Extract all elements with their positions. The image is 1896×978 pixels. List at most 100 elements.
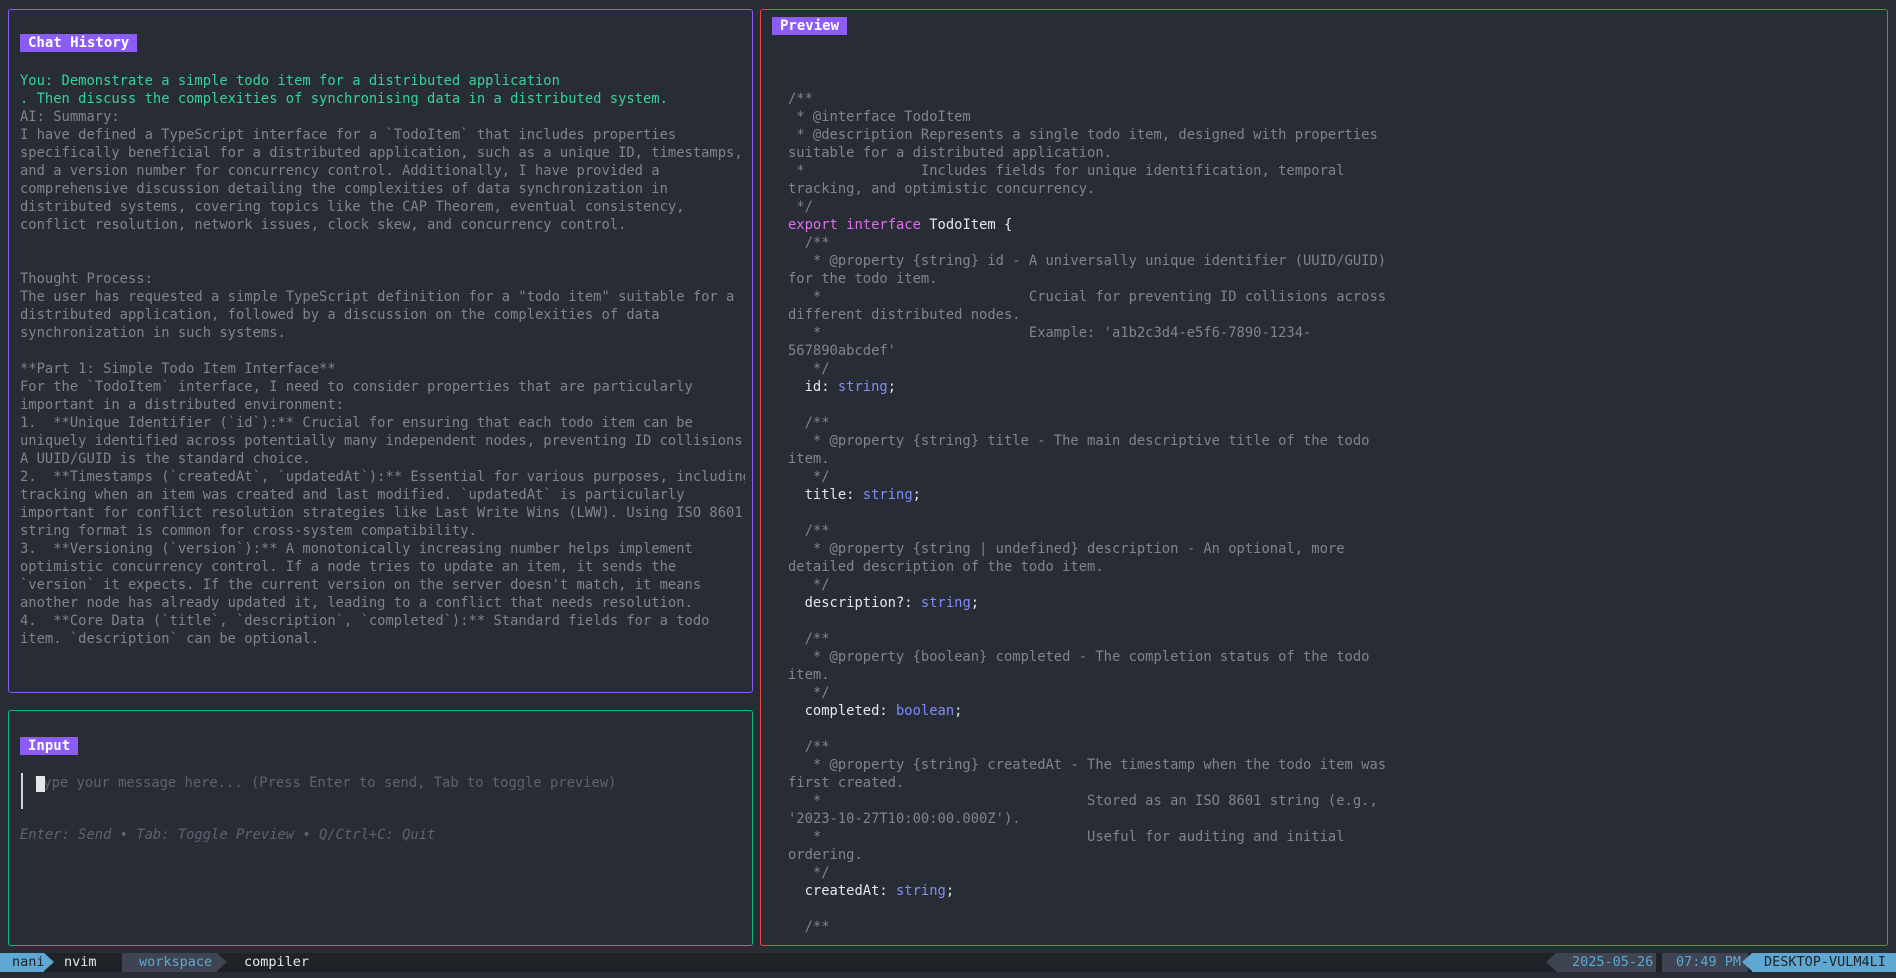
code-token-comment: * Example: 'a1b2c3d4-e5f6-7890-1234- bbox=[788, 325, 1312, 341]
code-token-type: boolean bbox=[896, 703, 955, 719]
code-line: suitable for a distributed application. bbox=[788, 144, 1878, 162]
code-token-punct: : bbox=[846, 487, 863, 503]
code-token-punct: { bbox=[1004, 217, 1013, 233]
code-line: /** bbox=[788, 90, 1878, 108]
window-tab-nvim[interactable]: nvim bbox=[64, 953, 97, 972]
code-line: detailed description of the todo item. bbox=[788, 558, 1878, 576]
code-line: */ bbox=[788, 468, 1878, 486]
input-focus-bar bbox=[21, 773, 23, 809]
input-title: Input bbox=[20, 737, 79, 755]
code-line: * Crucial for preventing ID collisions a… bbox=[788, 288, 1878, 306]
code-line: */ bbox=[788, 576, 1878, 594]
code-token-comment: /** bbox=[788, 523, 830, 539]
code-token-comment: for the todo item. bbox=[788, 271, 938, 287]
code-token-punct: : bbox=[821, 379, 838, 395]
code-line: title: string; bbox=[788, 486, 1878, 504]
separator-arrow-icon bbox=[1546, 953, 1556, 971]
code-token-comment: * Includes fields for unique identificat… bbox=[788, 163, 1345, 179]
code-token-comment: detailed description of the todo item. bbox=[788, 559, 1104, 575]
code-line: * @property {string} id - A universally … bbox=[788, 252, 1878, 270]
code-token-type: string bbox=[837, 379, 888, 395]
code-line: completed: boolean; bbox=[788, 702, 1878, 720]
code-token-comment: */ bbox=[788, 577, 830, 593]
code-line: createdAt: string; bbox=[788, 882, 1878, 900]
code-token-comment: * @property {string} createdAt - The tim… bbox=[788, 757, 1387, 773]
ai-message-line: The user has requested a simple TypeScri… bbox=[20, 289, 735, 305]
user-message-line: . Then discuss the complexities of synch… bbox=[20, 91, 668, 107]
session-name[interactable]: nani bbox=[0, 953, 45, 972]
ai-message-line: 2. **Timestamps (`createdAt`, `updatedAt… bbox=[20, 469, 745, 485]
code-preview[interactable]: /** * @interface TodoItem * @description… bbox=[788, 90, 1878, 936]
user-message-line: You: Demonstrate a simple todo item for … bbox=[20, 73, 560, 89]
input-panel[interactable]: Input Enter: Send • Tab: Toggle Preview … bbox=[8, 710, 753, 946]
ai-message-line: AI: Summary: bbox=[20, 109, 120, 125]
ai-message-line: important for conflict resolution strate… bbox=[20, 505, 743, 521]
ai-message-line: For the `TodoItem` interface, I need to … bbox=[20, 379, 693, 395]
code-token-comment: /** bbox=[788, 919, 830, 935]
ai-message-line: distributed application, followed by a d… bbox=[20, 307, 660, 323]
keybinding-help: Enter: Send • Tab: Toggle Preview • Q/Ct… bbox=[20, 827, 436, 843]
window-tab-compiler[interactable]: compiler bbox=[232, 953, 309, 972]
code-token-punct: ; bbox=[954, 703, 963, 719]
code-token-comment: */ bbox=[788, 685, 830, 701]
ai-message-line: **Part 1: Simple Todo Item Interface** bbox=[20, 361, 336, 377]
status-hostname: DESKTOP-VULM4LI bbox=[1752, 953, 1896, 972]
code-line: ordering. bbox=[788, 846, 1878, 864]
code-token-type: string bbox=[920, 595, 971, 611]
code-line: * @property {string | undefined} descrip… bbox=[788, 540, 1878, 558]
code-line: description?: string; bbox=[788, 594, 1878, 612]
code-line: * @property {string} title - The main de… bbox=[788, 432, 1878, 450]
chat-history-messages[interactable]: You: Demonstrate a simple todo item for … bbox=[20, 72, 745, 648]
code-token-comment: */ bbox=[788, 469, 830, 485]
code-token-comment: * @property {string} id - A universally … bbox=[788, 253, 1387, 269]
code-token-comment: */ bbox=[788, 865, 830, 881]
separator-arrow-icon bbox=[44, 953, 54, 971]
code-token-type: string bbox=[896, 883, 946, 899]
ai-message-line: string format is common for cross-system… bbox=[20, 523, 477, 539]
preview-title: Preview bbox=[772, 17, 848, 35]
code-line: /** bbox=[788, 414, 1878, 432]
ai-message-line: optimistic concurrency control. If a nod… bbox=[20, 559, 677, 575]
code-line: tracking, and optimistic concurrency. bbox=[788, 180, 1878, 198]
code-token-comment: /** bbox=[788, 91, 813, 107]
code-line: 567890abcdef' bbox=[788, 342, 1878, 360]
code-token-comment: tracking, and optimistic concurrency. bbox=[788, 181, 1096, 197]
code-line: id: string; bbox=[788, 378, 1878, 396]
status-bar: nani nvim workspace compiler 2025-05-26 … bbox=[0, 953, 1896, 972]
code-token-ident: id bbox=[788, 379, 822, 395]
code-line: * Stored as an ISO 8601 string (e.g., bbox=[788, 792, 1878, 810]
separator-arrow-icon bbox=[217, 953, 227, 971]
code-token-punct: ; bbox=[912, 487, 921, 503]
code-token-comment: /** bbox=[788, 235, 830, 251]
code-token-comment: * Stored as an ISO 8601 string (e.g., bbox=[788, 793, 1378, 809]
message-input[interactable] bbox=[35, 771, 735, 795]
code-line: * @description Represents a single todo … bbox=[788, 126, 1878, 144]
ai-message-line: conflict resolution, network issues, clo… bbox=[20, 217, 627, 233]
window-tab-workspace[interactable]: workspace bbox=[122, 953, 217, 972]
code-line: */ bbox=[788, 684, 1878, 702]
ai-message-line: `version` it expects. If the current ver… bbox=[20, 577, 702, 593]
code-line: */ bbox=[788, 360, 1878, 378]
ai-message-line: A UUID/GUID is the standard choice. bbox=[20, 451, 311, 467]
code-token-comment: item. bbox=[788, 451, 830, 467]
code-token-comment: /** bbox=[788, 631, 830, 647]
code-line: /** bbox=[788, 738, 1878, 756]
code-token-comment: * @property {string} title - The main de… bbox=[788, 433, 1370, 449]
code-token-comment: item. bbox=[788, 667, 830, 683]
code-line: different distributed nodes. bbox=[788, 306, 1878, 324]
preview-panel[interactable]: Preview /** * @interface TodoItem * @des… bbox=[760, 9, 1888, 946]
text-cursor bbox=[36, 776, 45, 792]
ai-message-line bbox=[20, 342, 745, 360]
code-line: * @property {boolean} completed - The co… bbox=[788, 648, 1878, 666]
chat-history-panel[interactable]: Chat History You: Demonstrate a simple t… bbox=[8, 9, 753, 693]
code-token-punct: ; bbox=[970, 595, 980, 611]
code-token-punct: : bbox=[879, 703, 896, 719]
ai-message-line: item. `description` can be optional. bbox=[20, 631, 320, 647]
code-line: */ bbox=[788, 864, 1878, 882]
code-token-comment: * @description Represents a single todo … bbox=[788, 127, 1378, 143]
code-token-comment: /** bbox=[788, 739, 830, 755]
ai-message-line: specifically beneficial for a distribute… bbox=[20, 145, 743, 161]
code-token-comment: first created. bbox=[788, 775, 905, 791]
